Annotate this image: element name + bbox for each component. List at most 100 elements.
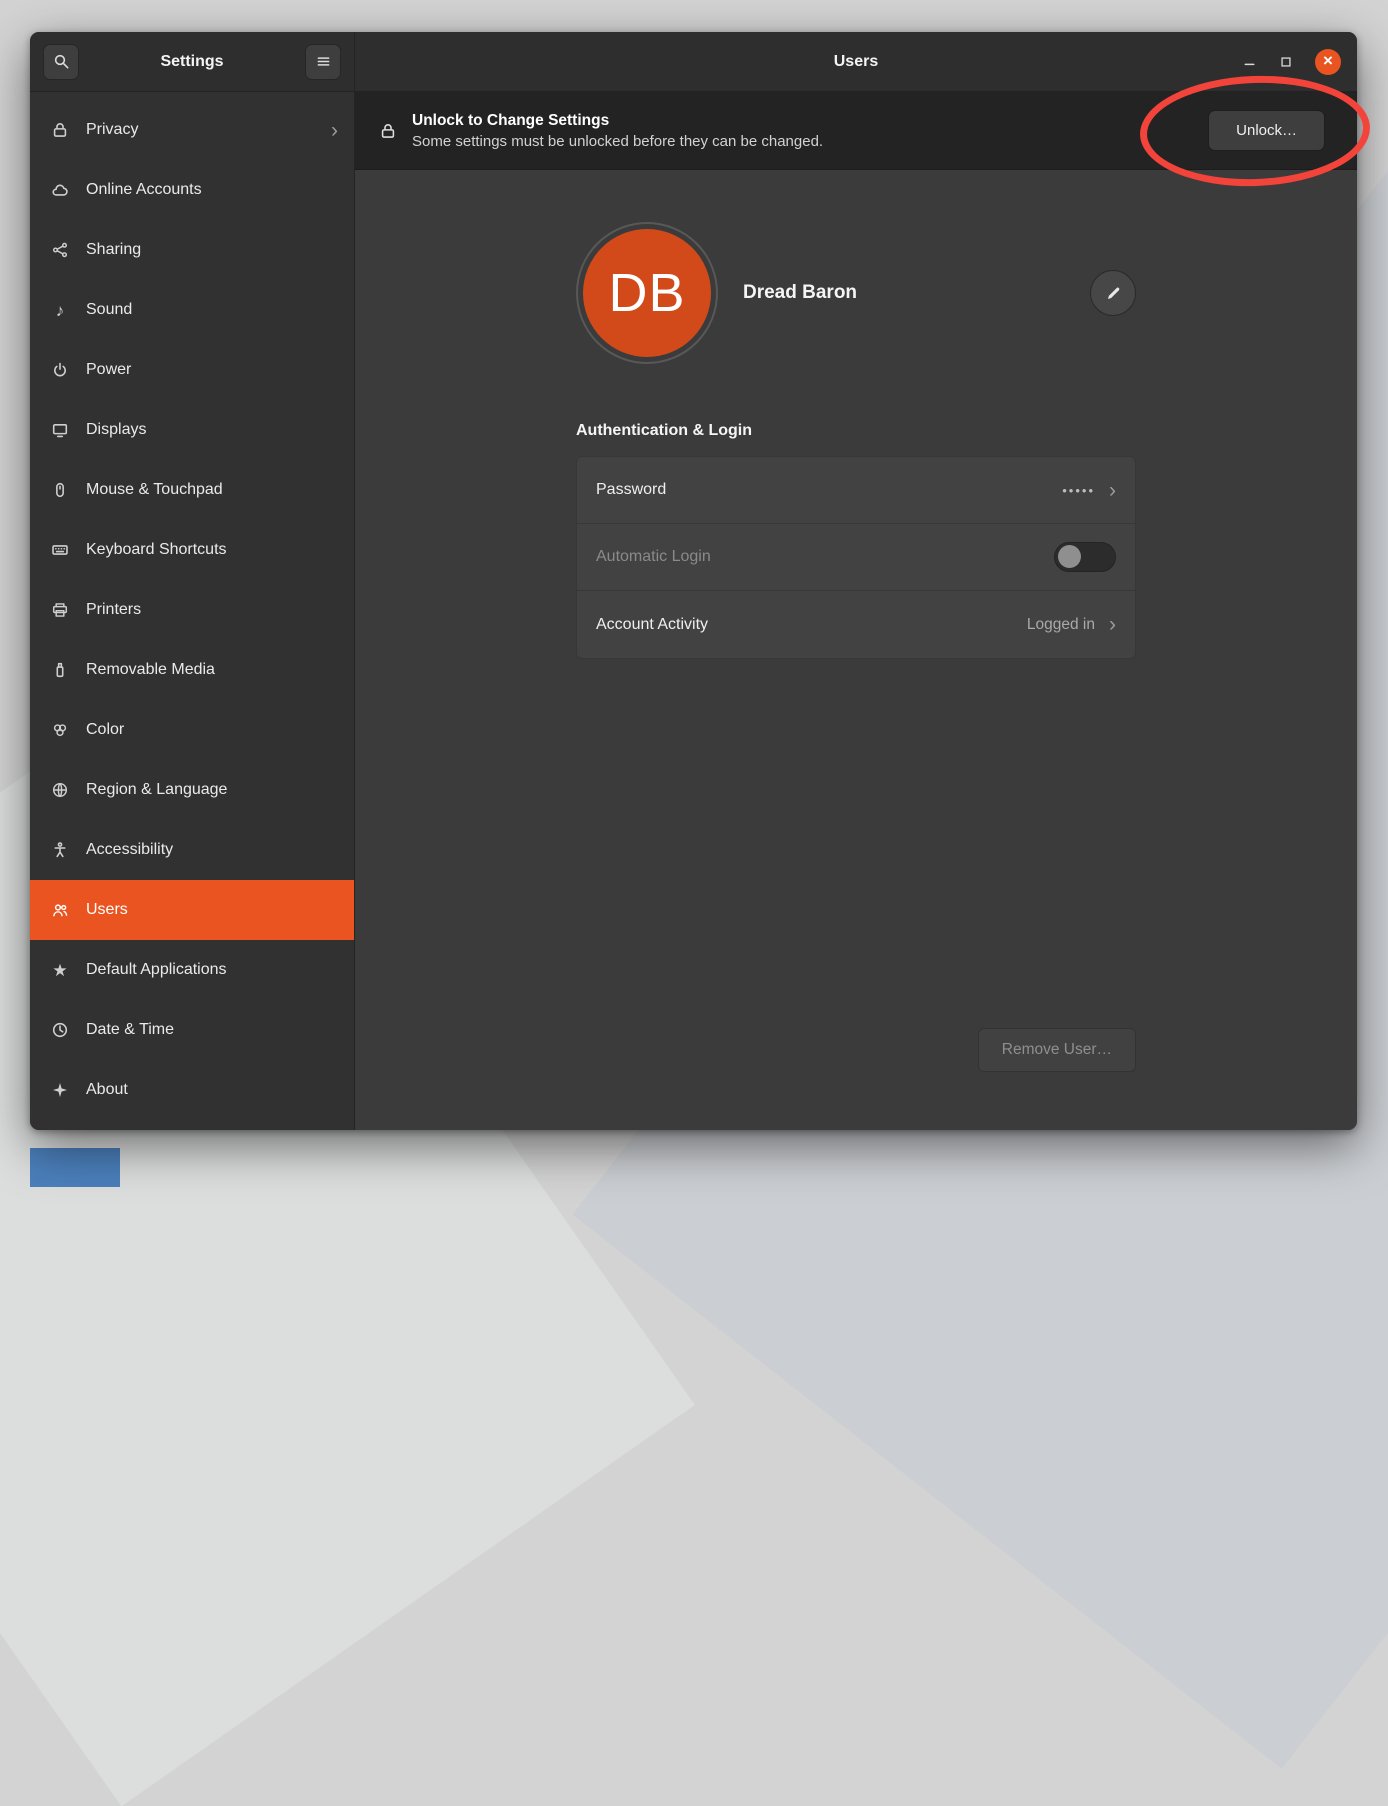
auth-section-heading: Authentication & Login xyxy=(576,422,1136,440)
menu-button[interactable] xyxy=(305,44,341,80)
lock-icon xyxy=(379,122,397,140)
account-activity-row[interactable]: Account Activity Logged in › xyxy=(577,591,1135,658)
sidebar-item-label: Keyboard Shortcuts xyxy=(86,541,227,559)
sidebar-item-color[interactable]: Color xyxy=(30,700,354,760)
remove-user-button[interactable]: Remove User… xyxy=(978,1028,1136,1072)
password-label: Password xyxy=(596,481,666,499)
password-value: ••••• xyxy=(1062,483,1095,498)
wallpaper-blue-shape xyxy=(30,1148,120,1187)
sidebar-item-label: Mouse & Touchpad xyxy=(86,481,223,499)
sidebar-item-label: Removable Media xyxy=(86,661,215,679)
sidebar-item-label: Accessibility xyxy=(86,841,173,859)
avatar[interactable]: DB xyxy=(583,229,711,357)
sidebar-item-sound[interactable]: ♪ Sound xyxy=(30,280,354,340)
music-note-icon: ♪ xyxy=(49,302,71,319)
sidebar-item-printers[interactable]: Printers xyxy=(30,580,354,640)
sidebar-header: Settings xyxy=(30,32,355,92)
cloud-icon xyxy=(49,181,71,199)
profile-row: DB Dread Baron xyxy=(576,222,1136,364)
unlock-banner: Unlock to Change Settings Some settings … xyxy=(355,92,1357,170)
sidebar-item-keyboard-shortcuts[interactable]: Keyboard Shortcuts xyxy=(30,520,354,580)
sidebar-item-label: About xyxy=(86,1081,128,1099)
user-full-name: Dread Baron xyxy=(743,282,857,304)
sidebar-item-label: Users xyxy=(86,901,128,919)
banner-text: Unlock to Change Settings Some settings … xyxy=(412,112,823,150)
power-icon xyxy=(49,361,71,379)
maximize-icon xyxy=(1279,55,1293,69)
sparkle-icon xyxy=(49,1081,71,1099)
hamburger-menu-icon xyxy=(316,54,331,69)
settings-window: Settings Users × Privacy › xyxy=(30,32,1357,1130)
pencil-icon xyxy=(1105,285,1122,302)
chevron-right-icon: › xyxy=(1109,614,1116,635)
edit-name-button[interactable] xyxy=(1090,270,1136,316)
sidebar-item-displays[interactable]: Displays xyxy=(30,400,354,460)
display-icon xyxy=(49,421,71,439)
headerbar: Users × xyxy=(355,32,1357,92)
privacy-lock-icon xyxy=(49,121,71,139)
toggle-knob xyxy=(1058,545,1081,568)
auth-panel: Password ••••• › Automatic Login Account… xyxy=(576,456,1136,659)
banner-title: Unlock to Change Settings xyxy=(412,112,823,130)
automatic-login-toggle[interactable] xyxy=(1054,542,1116,572)
printer-icon xyxy=(49,601,71,619)
avatar-initials: DB xyxy=(608,262,685,324)
close-button[interactable]: × xyxy=(1315,49,1341,75)
search-button[interactable] xyxy=(43,44,79,80)
clock-icon xyxy=(49,1021,71,1039)
avatar-ring: DB xyxy=(576,222,718,364)
search-icon xyxy=(53,53,70,70)
sidebar-item-sharing[interactable]: Sharing xyxy=(30,220,354,280)
password-row[interactable]: Password ••••• › xyxy=(577,457,1135,524)
color-icon xyxy=(49,721,71,739)
sidebar-item-label: Color xyxy=(86,721,124,739)
keyboard-icon xyxy=(49,541,71,559)
share-icon xyxy=(49,241,71,259)
main-panel: Unlock to Change Settings Some settings … xyxy=(355,92,1357,1130)
sidebar-item-region-language[interactable]: Region & Language xyxy=(30,760,354,820)
chevron-right-icon: › xyxy=(331,120,338,141)
sidebar-item-label: Default Applications xyxy=(86,961,227,979)
sidebar-item-about[interactable]: About xyxy=(30,1060,354,1120)
sidebar-item-label: Region & Language xyxy=(86,781,227,799)
unlock-button[interactable]: Unlock… xyxy=(1208,110,1325,151)
accessibility-icon xyxy=(49,841,71,859)
minimize-icon xyxy=(1242,54,1257,69)
automatic-login-row: Automatic Login xyxy=(577,524,1135,591)
mouse-icon xyxy=(49,481,71,499)
sidebar-item-label: Displays xyxy=(86,421,146,439)
automatic-login-label: Automatic Login xyxy=(596,548,711,566)
sidebar-item-power[interactable]: Power xyxy=(30,340,354,400)
sidebar-item-accessibility[interactable]: Accessibility xyxy=(30,820,354,880)
sidebar-item-label: Date & Time xyxy=(86,1021,174,1039)
globe-icon xyxy=(49,781,71,799)
sidebar-item-mouse-touchpad[interactable]: Mouse & Touchpad xyxy=(30,460,354,520)
sidebar-item-label: Online Accounts xyxy=(86,181,202,199)
window-title: Users xyxy=(355,53,1357,71)
sidebar-item-label: Privacy xyxy=(86,121,138,139)
sidebar-item-removable-media[interactable]: Removable Media xyxy=(30,640,354,700)
chevron-right-icon: › xyxy=(1109,480,1116,501)
usb-icon xyxy=(49,661,71,679)
sidebar-item-label: Printers xyxy=(86,601,141,619)
users-icon xyxy=(49,901,71,919)
sidebar-item-label: Sound xyxy=(86,301,132,319)
sidebar-item-date-time[interactable]: Date & Time xyxy=(30,1000,354,1060)
sidebar-item-label: Power xyxy=(86,361,131,379)
close-icon: × xyxy=(1323,52,1333,69)
sidebar-item-label: Sharing xyxy=(86,241,141,259)
sidebar-item-default-applications[interactable]: ★ Default Applications xyxy=(30,940,354,1000)
sidebar: Privacy › Online Accounts Sharing ♪ Soun… xyxy=(30,92,355,1130)
banner-subtitle: Some settings must be unlocked before th… xyxy=(412,133,823,150)
window-controls: × xyxy=(1242,49,1357,75)
minimize-button[interactable] xyxy=(1242,54,1257,69)
account-activity-label: Account Activity xyxy=(596,616,708,634)
maximize-button[interactable] xyxy=(1279,55,1293,69)
users-content: DB Dread Baron Authentication & Login Pa… xyxy=(355,170,1357,1130)
sidebar-item-privacy[interactable]: Privacy › xyxy=(30,100,354,160)
sidebar-item-users[interactable]: Users xyxy=(30,880,354,940)
sidebar-title: Settings xyxy=(160,53,223,71)
star-icon: ★ xyxy=(49,962,71,979)
sidebar-item-online-accounts[interactable]: Online Accounts xyxy=(30,160,354,220)
account-activity-value: Logged in xyxy=(1027,616,1095,634)
